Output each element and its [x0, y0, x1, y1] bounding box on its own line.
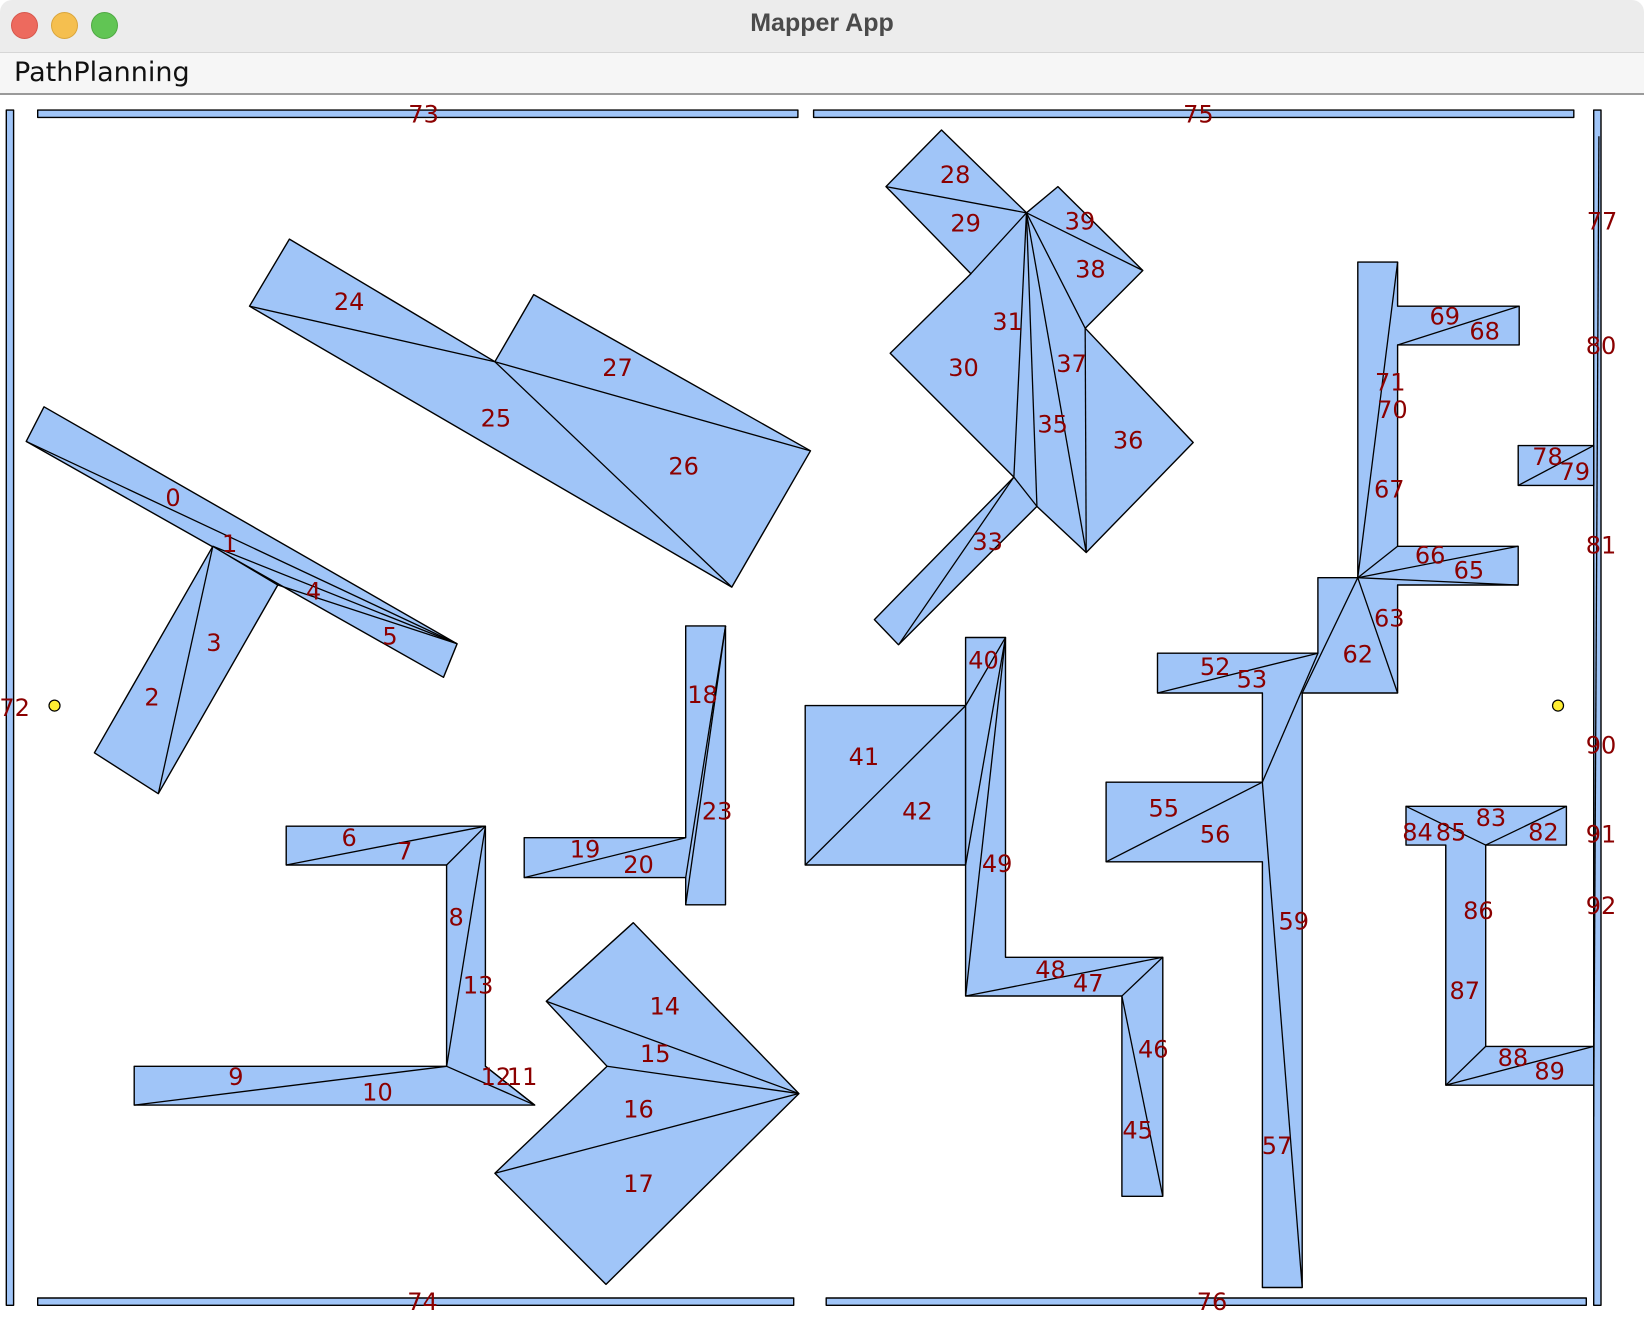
menu-bar: PathPlanning [0, 53, 1644, 95]
region-label: 57 [1262, 1132, 1293, 1160]
region-label: 68 [1469, 317, 1500, 345]
region-label: 81 [1586, 531, 1617, 559]
region-label: 80 [1586, 332, 1617, 360]
wall-right[interactable] [1592, 109, 1602, 1307]
map-canvas[interactable]: 0 1 2 3 4 5 6 7 8 9 10 11 12 13 14 15 16 17 18 19 20 23 24 25 26… [0, 96, 1644, 1338]
region-label: 79 [1560, 458, 1591, 486]
region-label: 5 [382, 622, 397, 650]
region-label: 6 [341, 824, 356, 852]
region-label: 47 [1073, 970, 1104, 998]
region-label: 45 [1122, 1116, 1153, 1144]
region-label: 66 [1415, 542, 1446, 570]
region-label: 26 [668, 453, 699, 481]
region-label: 33 [972, 528, 1003, 556]
obstacle-l-6[interactable] [133, 825, 536, 1106]
region-label: 73 [408, 100, 439, 128]
region-label: 77 [1587, 207, 1618, 235]
region-label: 20 [623, 851, 654, 879]
region-label: 63 [1374, 605, 1405, 633]
region-label: 76 [1197, 1288, 1228, 1316]
region-label: 53 [1237, 665, 1268, 693]
region-label: 12 [481, 1063, 512, 1091]
region-label: 85 [1436, 819, 1467, 847]
region-label: 7 [397, 837, 412, 865]
region-label: 91 [1586, 821, 1617, 849]
region-label: 3 [206, 629, 221, 657]
region-label: 65 [1454, 556, 1485, 584]
region-label: 69 [1430, 303, 1461, 331]
region-label: 4 [306, 577, 321, 605]
region-label: 40 [968, 647, 999, 675]
region-label: 86 [1463, 897, 1494, 925]
region-label: 75 [1183, 100, 1214, 128]
region-label: 9 [228, 1063, 243, 1091]
start-point-marker[interactable] [48, 699, 61, 712]
region-label: 90 [1586, 732, 1617, 760]
region-label: 82 [1528, 819, 1559, 847]
region-label: 74 [407, 1288, 438, 1316]
region-label: 42 [902, 798, 933, 826]
region-label: 1 [222, 530, 237, 558]
region-label: 67 [1374, 476, 1405, 504]
region-label: 36 [1113, 426, 1144, 454]
region-label: 92 [1586, 892, 1617, 920]
region-label: 11 [507, 1063, 538, 1091]
region-label: 14 [649, 993, 680, 1021]
obstacle-28[interactable] [873, 129, 1194, 646]
region-label: 62 [1342, 640, 1373, 668]
menu-pathplanning[interactable]: PathPlanning [14, 57, 190, 88]
window-title: Mapper App [750, 9, 894, 37]
region-label: 70 [1377, 396, 1408, 424]
region-label: 17 [623, 1170, 654, 1198]
region-label: 25 [481, 404, 512, 432]
region-label: 0 [165, 484, 180, 512]
region-label: 29 [950, 209, 981, 237]
region-label: 28 [940, 161, 971, 189]
region-label: 49 [982, 850, 1013, 878]
goal-point-marker[interactable] [1551, 699, 1565, 712]
region-label: 52 [1200, 653, 1231, 681]
region-label: 56 [1200, 821, 1231, 849]
mapper-app-window: Mapper App PathPlanning 0 1 2 3 4 5 6 7 8 9 10 11 12… [0, 0, 1644, 1338]
region-label: 15 [640, 1040, 671, 1068]
region-label: 27 [602, 354, 633, 382]
region-label: 84 [1402, 819, 1433, 847]
region-label: 8 [448, 903, 463, 931]
region-label: 39 [1065, 207, 1096, 235]
region-label: 87 [1449, 977, 1480, 1005]
region-label: 31 [992, 308, 1023, 336]
region-label: 13 [463, 972, 494, 1000]
region-label: 10 [362, 1079, 393, 1107]
region-label: 55 [1149, 794, 1180, 822]
region-label: 30 [948, 354, 979, 382]
region-label: 89 [1534, 1058, 1565, 1086]
obstacle-40[interactable] [964, 636, 1164, 1198]
region-label: 59 [1279, 908, 1310, 936]
region-label: 71 [1375, 369, 1406, 397]
region-label: 16 [623, 1095, 654, 1123]
region-label: 83 [1476, 804, 1507, 832]
region-label: 72 [0, 694, 30, 722]
title-bar: Mapper App [0, 0, 1644, 53]
region-label: 46 [1138, 1036, 1169, 1064]
e [898, 476, 1015, 646]
region-label: 18 [687, 681, 718, 709]
region-label: 41 [849, 743, 880, 771]
region-label: 48 [1035, 956, 1066, 984]
map-drawing: 0123456 789101112131415161718192023242526… [0, 100, 1618, 1316]
region-label: 19 [570, 835, 601, 863]
region-label: 24 [334, 288, 365, 316]
region-label: 23 [702, 798, 733, 826]
region-label: 2 [144, 683, 159, 711]
region-label: 88 [1498, 1044, 1529, 1072]
region-label: 38 [1075, 256, 1106, 284]
region-label: 37 [1056, 350, 1087, 378]
region-label: 78 [1532, 443, 1563, 471]
region-label: 35 [1037, 411, 1068, 439]
